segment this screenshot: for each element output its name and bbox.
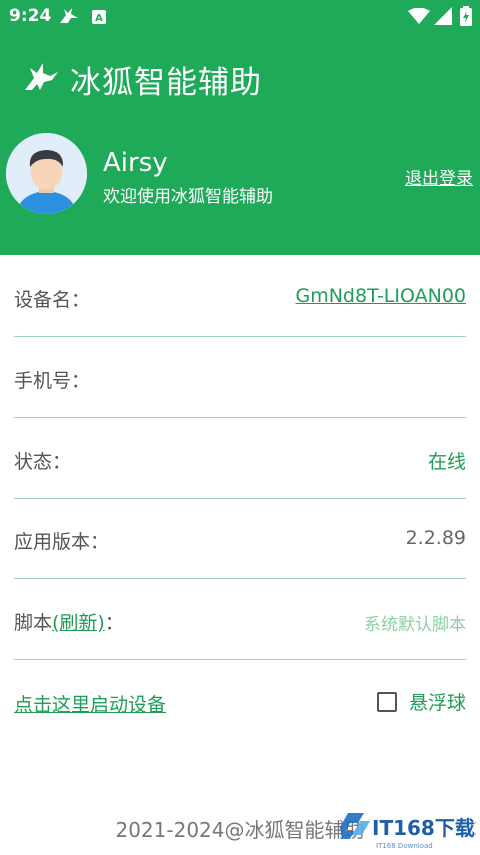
watermark-text: IT168下载站	[372, 816, 476, 840]
script-label: 脚本(刷新)：	[14, 608, 124, 635]
script-row: 脚本(刷新)： 系统默认脚本	[14, 579, 466, 660]
float-ball-checkbox[interactable]	[376, 691, 397, 712]
float-ball-label: 悬浮球	[408, 692, 466, 714]
version-label: 应用版本：	[14, 531, 110, 553]
start-device-link[interactable]: 点击这里启动设备	[14, 690, 166, 717]
script-label-prefix: 脚本	[14, 612, 53, 634]
float-ball-toggle[interactable]: 悬浮球	[376, 688, 466, 715]
script-label-suffix: ：	[104, 612, 124, 634]
svg-text:A: A	[95, 13, 103, 24]
wifi-icon	[408, 7, 430, 29]
phone-label: 手机号：	[14, 370, 91, 392]
status-bar: 9:24 A	[0, 0, 480, 32]
phone-row: 手机号：	[14, 337, 466, 418]
user-avatar-icon	[6, 133, 87, 214]
status-label: 状态：	[14, 451, 72, 473]
device-label: 设备名：	[14, 289, 91, 311]
app-title: 冰狐智能辅助	[70, 64, 262, 101]
watermark: IT168下载站 IT168 Download	[336, 805, 480, 851]
welcome-text: 欢迎使用冰狐智能辅助	[103, 187, 273, 207]
status-row: 状态： 在线	[14, 418, 466, 499]
fox-icon	[58, 6, 80, 31]
logout-link[interactable]: 退出登录	[405, 164, 473, 189]
app-title-row: 冰狐智能辅助	[22, 57, 262, 101]
script-value[interactable]: 系统默认脚本	[364, 610, 466, 635]
device-value-link[interactable]: GmNd8T-LIOAN00	[295, 285, 466, 307]
username: Airsy	[103, 148, 168, 178]
status-value: 在线	[427, 451, 466, 473]
header: 9:24 A 冰狐智能辅助 Airsy 欢迎使用冰狐智能辅助 退出登录	[0, 0, 480, 255]
a-badge-icon: A	[92, 9, 106, 29]
fox-logo-icon	[22, 60, 60, 98]
battery-icon	[460, 6, 472, 31]
version-row: 应用版本： 2.2.89	[14, 498, 466, 579]
status-time: 9:24	[9, 6, 52, 26]
signal-icon	[434, 7, 452, 30]
watermark-subtext: IT168 Download	[376, 842, 433, 850]
refresh-link[interactable]: (刷新)	[52, 612, 105, 634]
avatar[interactable]	[6, 133, 87, 214]
version-value: 2.2.89	[405, 527, 466, 549]
device-row: 设备名： GmNd8T-LIOAN00	[14, 256, 466, 337]
